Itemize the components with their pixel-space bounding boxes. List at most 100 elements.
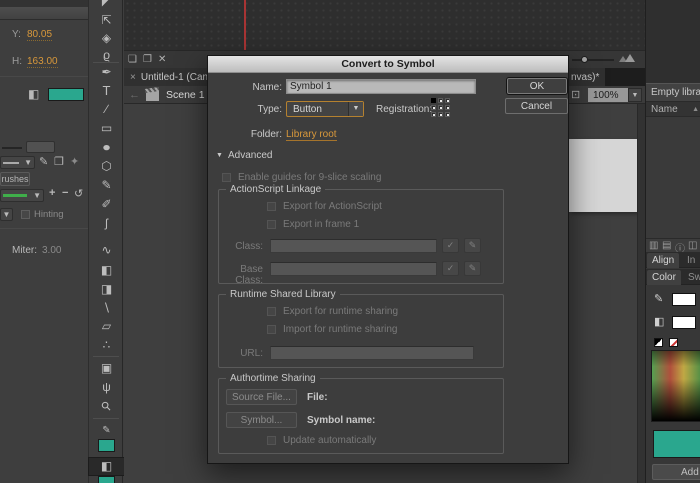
h-value[interactable]: 163.00 — [27, 56, 58, 68]
miter-value[interactable]: 3.00 — [42, 245, 61, 256]
ok-button[interactable]: OK — [507, 78, 567, 94]
spray-brush-tool[interactable]: ∴ — [89, 337, 124, 354]
stroke-weight-field[interactable] — [26, 141, 55, 153]
zoom-dropdown-arrow[interactable]: ▼ — [628, 88, 642, 102]
pencil-tool[interactable]: ✎ — [89, 177, 124, 194]
center-frame-icon[interactable]: ⊡ — [571, 88, 580, 101]
registration-point[interactable] — [445, 105, 450, 110]
brush-preview-dropdown[interactable]: ▼ — [0, 189, 44, 202]
library-panel-header[interactable]: Empty libra — [646, 83, 700, 102]
advanced-label[interactable]: Advanced — [228, 150, 272, 161]
tab-align[interactable]: Align — [647, 253, 679, 268]
hinting-checkbox[interactable] — [21, 210, 30, 219]
registration-point[interactable] — [438, 112, 443, 117]
scroll-up-icon[interactable]: ▲ — [692, 106, 699, 113]
registration-point[interactable] — [431, 98, 436, 103]
playhead[interactable] — [244, 0, 246, 50]
rectangle-tool[interactable]: ▭ — [89, 120, 124, 137]
subselection-tool[interactable]: ⇱ — [89, 12, 124, 29]
frame-size-slider[interactable] — [572, 59, 614, 61]
validate-class-button[interactable]: ✓ — [442, 238, 459, 253]
brushes-button[interactable]: rushes — [0, 172, 30, 186]
document-tab-fragment[interactable]: nvas)* — [569, 68, 605, 86]
registration-point[interactable] — [445, 112, 450, 117]
disclosure-triangle-icon[interactable]: ▼ — [216, 152, 223, 159]
polystar-tool[interactable]: ⬡ — [89, 158, 124, 175]
tab-swatches[interactable]: Sw — [683, 270, 700, 285]
export-runtime-checkbox[interactable] — [267, 307, 276, 316]
timeline-frames[interactable] — [124, 0, 700, 50]
export-for-actionscript-checkbox[interactable] — [267, 202, 276, 211]
pen-tool[interactable]: ✒ — [89, 64, 124, 81]
no-color-icon[interactable] — [669, 338, 678, 347]
frame-view-icon[interactable] — [625, 54, 635, 62]
edit-class-button[interactable]: ✎ — [464, 238, 481, 253]
type-dropdown[interactable]: Button ▼ — [286, 101, 364, 117]
class-input[interactable] — [270, 239, 437, 253]
eraser-tool[interactable]: ▱ — [89, 318, 124, 335]
panel-section-header[interactable] — [0, 7, 88, 20]
stroke-color-icon[interactable]: ✎ — [89, 422, 124, 439]
new-folder-icon[interactable]: ❐ — [143, 54, 152, 65]
stroke-color-chip[interactable] — [672, 293, 696, 306]
line-tool[interactable]: ∕ — [89, 101, 124, 118]
new-symbol-icon[interactable]: ▥ — [649, 240, 658, 251]
paint-brush-tool[interactable]: ʃ — [89, 215, 124, 232]
registration-point[interactable] — [438, 98, 443, 103]
frame-size-slider-handle[interactable] — [581, 56, 588, 63]
fill-color-swatch[interactable] — [98, 476, 115, 483]
library-item-list[interactable] — [646, 117, 700, 238]
registration-point[interactable] — [431, 112, 436, 117]
object-drawing-icon[interactable]: ❐ — [54, 155, 64, 168]
scene-name[interactable]: Scene 1 — [166, 89, 205, 101]
new-layer-icon[interactable]: ❏ — [128, 54, 137, 65]
stage-scrollbar[interactable] — [637, 104, 645, 483]
validate-base-class-button[interactable]: ✓ — [442, 261, 459, 276]
update-automatically-checkbox[interactable] — [267, 436, 276, 445]
import-runtime-checkbox[interactable] — [267, 325, 276, 334]
registration-point[interactable] — [438, 105, 443, 110]
stroke-color-icon[interactable]: ✎ — [654, 292, 663, 305]
stroke-color-swatch[interactable] — [98, 439, 115, 452]
stroke-weight-slider[interactable] — [2, 147, 22, 149]
folder-link[interactable]: Library root — [286, 129, 337, 141]
zoom-level-value[interactable]: 100% — [588, 88, 628, 102]
delete-layer-icon[interactable]: ✕ — [158, 54, 166, 65]
dialog-title-bar[interactable]: Convert to Symbol — [208, 56, 568, 73]
add-swatch-button[interactable]: Add — [652, 464, 700, 480]
delete-item-icon[interactable]: ◫ — [688, 240, 697, 251]
stage-canvas[interactable] — [569, 139, 637, 212]
edit-base-class-button[interactable]: ✎ — [464, 261, 481, 276]
name-input[interactable] — [286, 79, 476, 94]
nine-slice-checkbox[interactable] — [222, 173, 231, 182]
tab-info[interactable]: In — [682, 253, 700, 268]
close-icon[interactable]: × — [130, 72, 136, 83]
ink-bottle-tool[interactable]: ◨ — [89, 281, 124, 298]
symbol-button[interactable]: Symbol... — [226, 412, 297, 428]
fill-color-swatch[interactable] — [48, 88, 84, 101]
fill-bucket-icon[interactable]: ◧ — [28, 87, 39, 101]
new-folder-icon[interactable]: ▤ — [662, 240, 671, 251]
snap-icon[interactable]: ✦ — [70, 155, 79, 168]
edit-stroke-icon[interactable]: ✎ — [39, 155, 48, 168]
bone-tool[interactable]: ∿ — [89, 242, 124, 259]
current-color-swatch[interactable] — [653, 430, 700, 458]
tab-color[interactable]: Color — [647, 270, 681, 285]
black-white-icon[interactable] — [654, 338, 663, 347]
back-arrow-icon[interactable]: ← — [129, 89, 140, 101]
oval-tool[interactable]: ● — [85, 139, 129, 156]
registration-point[interactable] — [431, 105, 436, 110]
registration-point[interactable] — [445, 98, 450, 103]
camera-tool[interactable]: ▣ — [89, 360, 124, 377]
library-name-column-header[interactable]: Name ▲ — [646, 102, 700, 117]
add-brush-icon[interactable]: + — [49, 187, 55, 199]
reset-brush-icon[interactable]: ↺ — [74, 187, 83, 200]
cancel-button[interactable]: Cancel — [505, 98, 568, 114]
export-in-frame1-checkbox[interactable] — [267, 220, 276, 229]
color-spectrum[interactable] — [651, 350, 700, 422]
brush-tool[interactable]: ✐ — [89, 196, 124, 213]
base-class-input[interactable] — [270, 262, 437, 276]
url-input[interactable] — [270, 346, 474, 360]
remove-brush-icon[interactable]: − — [62, 187, 68, 199]
text-tool[interactable]: T — [89, 82, 124, 99]
